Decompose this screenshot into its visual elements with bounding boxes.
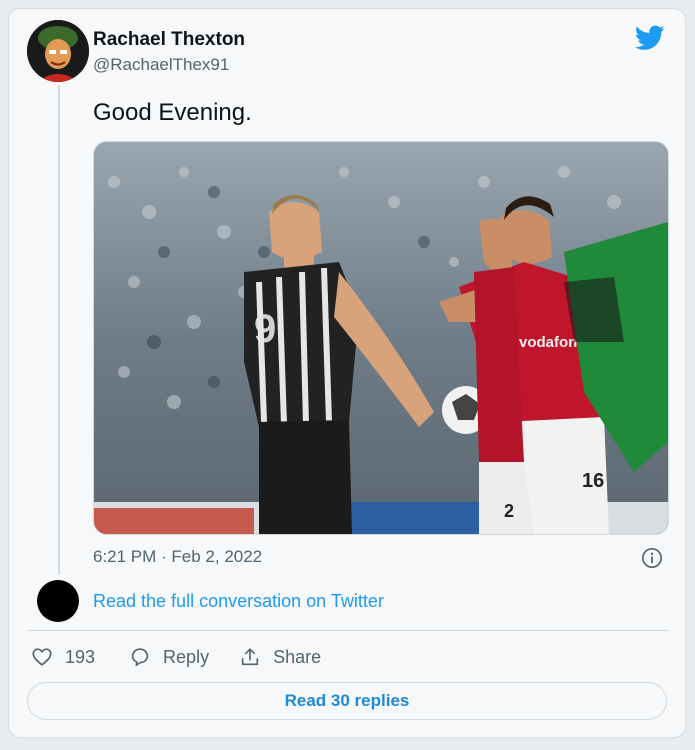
share-button[interactable]: Share bbox=[239, 646, 321, 668]
reply-bubble-icon bbox=[131, 648, 149, 667]
like-button[interactable]: 193 bbox=[31, 646, 95, 668]
reply-button[interactable]: Reply bbox=[129, 646, 209, 668]
twitter-bird-icon[interactable] bbox=[635, 25, 665, 51]
thread-line bbox=[58, 85, 60, 575]
shirt-number-2: 2 bbox=[504, 501, 514, 521]
author-avatar[interactable] bbox=[27, 20, 89, 82]
share-icon bbox=[241, 648, 259, 666]
reply-label: Reply bbox=[163, 646, 210, 667]
tweet-text: Good Evening. bbox=[93, 99, 252, 126]
tweet-actions: 193 Reply Share bbox=[31, 645, 321, 669]
shirt-number-9: 9 bbox=[254, 307, 276, 351]
read-replies-button[interactable]: Read 30 replies bbox=[27, 682, 667, 720]
author-handle[interactable]: @RachaelThex91 bbox=[93, 55, 229, 75]
football-photo-illustration: 16 2 vodafone 9 bbox=[94, 142, 668, 534]
shirt-number-16: 16 bbox=[582, 470, 604, 492]
tweet-photo[interactable]: 16 2 vodafone 9 bbox=[93, 141, 669, 535]
share-label: Share bbox=[273, 646, 322, 667]
author-display-name[interactable]: Rachael Thexton bbox=[93, 29, 245, 51]
divider bbox=[27, 630, 669, 631]
info-icon[interactable] bbox=[641, 547, 663, 569]
tweet-card: Rachael Thexton @RachaelThex91 Good Even… bbox=[8, 8, 686, 738]
read-conversation-link[interactable]: Read the full conversation on Twitter bbox=[93, 591, 384, 612]
reply-author-avatar[interactable] bbox=[37, 580, 79, 622]
heart-icon bbox=[32, 648, 52, 666]
tweet-timestamp[interactable]: 6:21 PM · Feb 2, 2022 bbox=[93, 547, 262, 567]
like-count: 193 bbox=[65, 646, 96, 667]
